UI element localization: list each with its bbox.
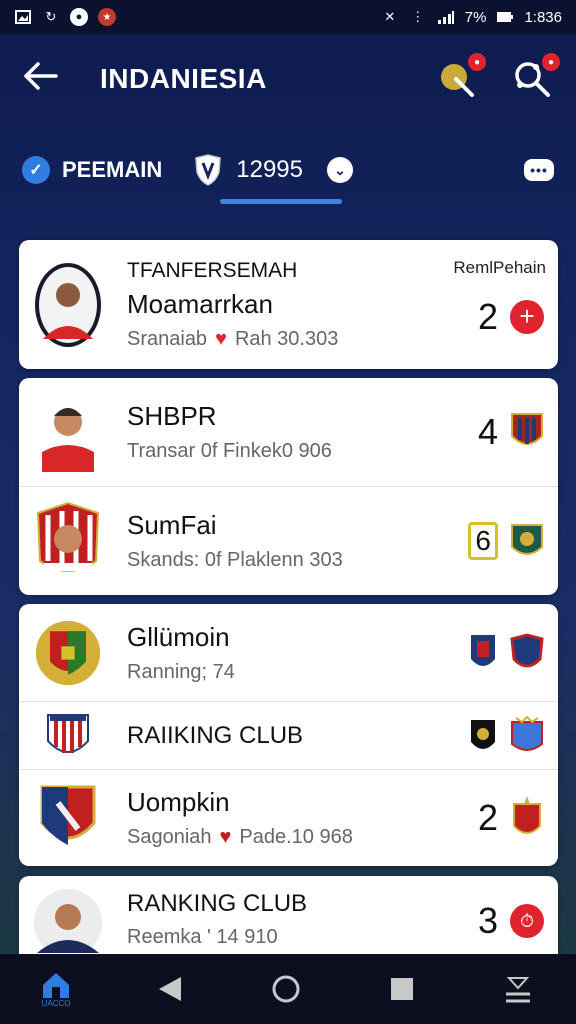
- home-tab[interactable]: UACCO: [41, 971, 71, 1008]
- club-card[interactable]: Gllümoin Ranning; 74 RAIIKING CLUB Uompk…: [19, 604, 558, 866]
- status-bar: ↻ ● ★ ✕ ⋮ 7% 1:836: [0, 0, 576, 34]
- player-number: 4: [477, 411, 498, 452]
- club-name: RANKING CLUB: [127, 890, 308, 917]
- club-name: Gllümoin: [127, 621, 230, 652]
- shield-icon: [195, 154, 222, 186]
- player-subtitle: Transar 0f Finkek0 906: [127, 440, 332, 462]
- page-title: INDANIESIA: [100, 63, 267, 94]
- avatar: [33, 706, 103, 766]
- notification-badge: ●: [468, 53, 486, 71]
- list-item[interactable]: SHBPR Transar 0f Finkek0 906 4: [19, 378, 558, 487]
- signal-icon: [437, 9, 455, 25]
- list-item[interactable]: Gllümoin Ranning; 74: [19, 604, 558, 702]
- subtitle-text: Sagoniah: [127, 826, 212, 848]
- player-card[interactable]: SHBPR Transar 0f Finkek0 906 4 SumFai Sk…: [19, 378, 558, 595]
- club-crest-icon[interactable]: [466, 633, 500, 673]
- heart-icon: ♥: [215, 327, 227, 350]
- clock: 1:836: [524, 8, 562, 26]
- vibrate-icon: ⋮: [411, 9, 425, 24]
- check-icon[interactable]: ✓: [22, 156, 50, 184]
- top-right-label: RemlPehain: [453, 258, 546, 277]
- more-icon[interactable]: •••: [524, 159, 554, 181]
- avatar: [33, 609, 103, 697]
- club-crest-icon[interactable]: [510, 412, 544, 452]
- club-crest-icon[interactable]: [510, 796, 544, 838]
- club-crest-icon[interactable]: [510, 521, 544, 561]
- avatar: [33, 388, 103, 476]
- nav-recents-icon[interactable]: [385, 972, 419, 1006]
- notification-badge: ●: [542, 53, 560, 71]
- player-number: 2: [477, 295, 498, 337]
- player-name: SHBPR: [127, 401, 217, 431]
- section-heading: RAIIKING CLUB: [127, 721, 304, 749]
- home-label: UACCO: [41, 998, 71, 1008]
- avatar: [33, 889, 103, 953]
- app-notification-icon: ★: [98, 8, 116, 26]
- club-crest-icon[interactable]: [510, 715, 544, 756]
- gallery-icon: [14, 9, 32, 25]
- player-subtitle: Sranaiab ♥ Rah 30.303: [127, 328, 478, 351]
- nav-home-circle-icon[interactable]: [269, 972, 303, 1006]
- player-info: TFANFERSEMAH Moamarrkan Sranaiab ♥ Rah 3…: [127, 259, 478, 351]
- app-bar: INDANIESIA ● ●: [0, 34, 576, 124]
- player-count: 12995: [236, 156, 303, 183]
- add-button[interactable]: +: [510, 299, 544, 334]
- club-number: 2: [477, 797, 498, 838]
- shield-heart-icon: ♥: [219, 826, 232, 848]
- list-item[interactable]: SumFai Skands: 0f Plaklenn 303 6: [19, 487, 558, 595]
- player-number: 6: [468, 522, 498, 560]
- filter-bar: ✓ PEEMAIN 12995 ⌄ •••: [0, 124, 576, 216]
- club-crest-icon[interactable]: [466, 716, 500, 756]
- nav-back-icon[interactable]: [153, 972, 187, 1006]
- club-number: 3: [477, 900, 498, 941]
- back-arrow-icon[interactable]: [22, 60, 72, 98]
- subtitle-text: Sranaiab: [127, 327, 208, 350]
- club-name: Uompkin: [127, 787, 230, 817]
- home-icon: [43, 972, 69, 998]
- download-tray-icon[interactable]: [501, 972, 535, 1006]
- section-caption: TFANFERSEMAH: [127, 258, 298, 282]
- search-people-button[interactable]: ●: [510, 53, 560, 101]
- club-subtitle: Sagoniah ♥ Pade.10 968: [127, 826, 478, 849]
- list-item[interactable]: RAIIKING CLUB: [19, 702, 558, 770]
- club-subtitle: Reemka ' 14 910: [127, 926, 278, 948]
- subtitle-value: Rah 30.303: [234, 327, 339, 350]
- player-card[interactable]: TFANFERSEMAH Moamarrkan Sranaiab ♥ Rah 3…: [19, 240, 558, 369]
- chevron-down-icon[interactable]: ⌄: [327, 157, 353, 183]
- avatar: [33, 774, 103, 862]
- player-name: SumFai: [127, 510, 217, 540]
- list-item[interactable]: RANKING CLUB Reemka ' 14 910 3 ⏱: [19, 876, 558, 956]
- avatar: [33, 497, 103, 585]
- system-nav-bar: UACCO: [0, 954, 576, 1024]
- list-item[interactable]: TFANFERSEMAH Moamarrkan Sranaiab ♥ Rah 3…: [19, 240, 558, 369]
- battery-icon: [496, 9, 514, 25]
- timer-button[interactable]: ⏱: [510, 904, 544, 938]
- subtitle-value: Pade.10 968: [239, 826, 353, 848]
- battery-percent: 7%: [464, 8, 487, 26]
- mute-icon: ✕: [384, 9, 396, 24]
- list-item[interactable]: Uompkin Sagoniah ♥ Pade.10 968 2: [19, 770, 558, 866]
- filter-label[interactable]: PEEMAIN: [62, 157, 162, 183]
- sync-icon: ↻: [45, 9, 57, 24]
- club-ranking: Ranning; 74: [127, 660, 235, 683]
- player-name: Moamarrkan: [127, 288, 273, 319]
- player-subtitle: Skands: 0f Plaklenn 303: [127, 549, 343, 571]
- club-card[interactable]: RANKING CLUB Reemka ' 14 910 3 ⏱: [19, 876, 558, 956]
- record-icon: ●: [70, 8, 88, 26]
- whistle-button[interactable]: ●: [436, 53, 486, 101]
- club-crest-icon[interactable]: [510, 632, 544, 673]
- tab-indicator: [220, 199, 342, 204]
- avatar: [33, 261, 103, 349]
